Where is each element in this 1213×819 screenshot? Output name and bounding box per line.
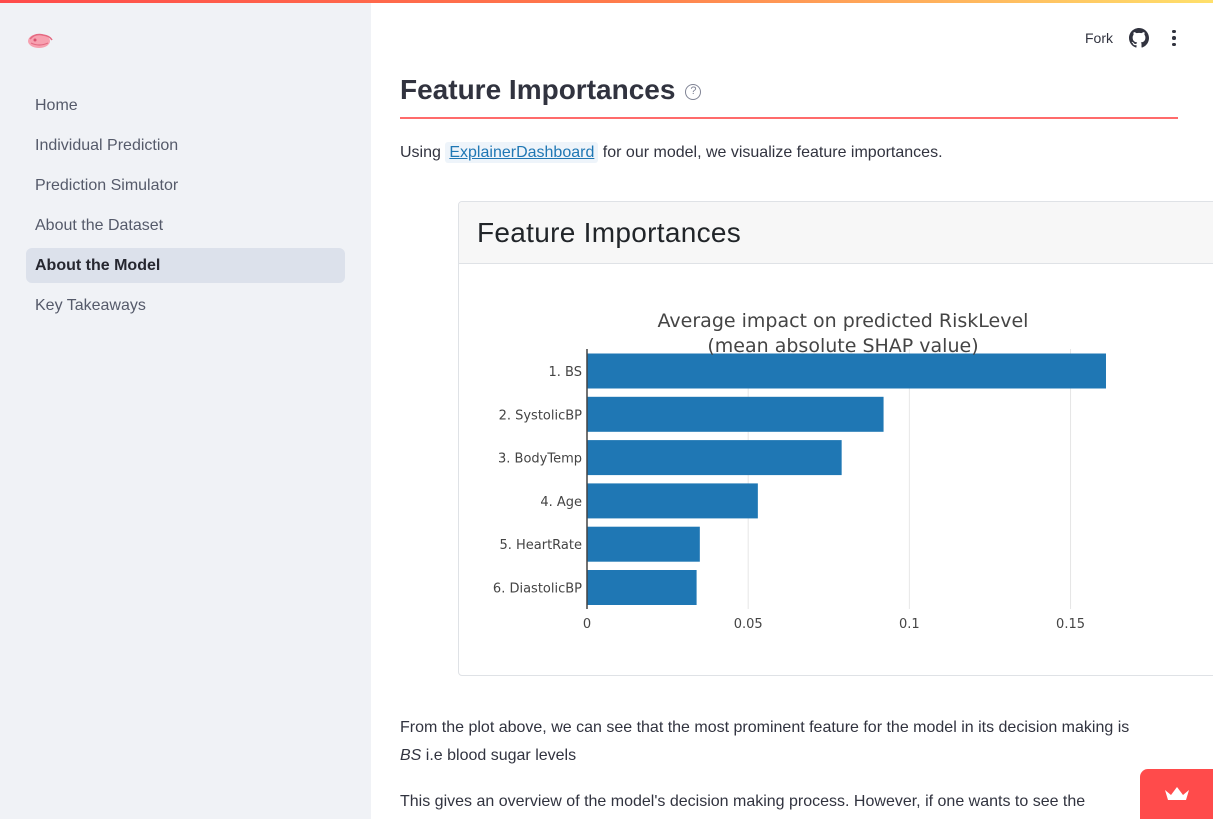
analysis-paragraph: From the plot above, we can see that the… [400,714,1178,770]
streamlit-badge[interactable] [1140,769,1213,819]
chart-subtitle: (mean absolute SHAP value) [707,335,978,357]
category-label: 3. BodyTemp [498,452,582,467]
more-menu-icon[interactable] [1165,28,1183,48]
bar[interactable] [587,396,884,432]
chart-bars [587,353,1106,605]
intro-text: Using ExplainerDashboard for our model, … [400,142,943,164]
app-logo-icon [28,33,53,48]
category-label: 4. Age [540,495,582,510]
category-labels: 1. BS 2. SystolicBP 3. BodyTemp 4. Age 5. He… [493,365,582,597]
analysis-text: From the plot above, we can see that the… [400,719,1130,736]
help-icon[interactable]: ? [685,84,702,100]
x-tick-label: 0 [583,617,591,632]
sidebar-item-prediction-simulator[interactable]: Prediction Simulator [26,168,345,203]
sidebar-item-individual-prediction[interactable]: Individual Prediction [26,128,345,163]
page-title-row: Feature Importances ? [400,74,702,106]
top-decoration-stripe [0,0,1213,3]
sidebar-item-key-takeaways[interactable]: Key Takeaways [26,288,345,323]
fork-button[interactable]: Fork [1085,30,1113,46]
title-divider [400,117,1178,119]
page-title: Feature Importances [400,74,676,105]
category-label: 1. BS [549,365,582,380]
analysis-tail: i.e blood sugar levels [425,747,577,764]
crown-icon [1164,787,1189,800]
feature-importance-chart: 1. BS 2. SystolicBP 3. BodyTemp 4. Age 5. He… [493,310,1106,632]
analysis-emphasis: BS [400,747,422,764]
sidebar: Home Individual Prediction Prediction Si… [0,0,371,819]
bar[interactable] [587,570,697,605]
card-title: Feature Importances [477,216,742,248]
category-label: 5. HeartRate [499,538,582,553]
sidebar-item-about-the-model[interactable]: About the Model [26,248,345,283]
bar[interactable] [587,483,758,519]
category-label: 2. SystolicBP [499,408,583,423]
x-tick-labels: 0 0.05 0.1 0.15 [583,617,1085,632]
x-tick-label: 0.1 [899,617,920,632]
intro-prefix: Using [400,144,441,161]
intro-suffix: for our model, we visualize feature impo… [602,144,943,161]
overview-paragraph: This gives an overview of the model's de… [400,793,1086,810]
sidebar-item-home[interactable]: Home [26,88,345,123]
card-header: Feature Importances [459,202,1213,264]
explainerdashboard-link[interactable]: ExplainerDashboard [445,142,599,163]
header-toolbar: Fork [1085,28,1183,48]
sidebar-nav: Home Individual Prediction Prediction Si… [26,88,345,328]
category-label: 6. DiastolicBP [493,582,582,597]
bar[interactable] [587,526,700,562]
bar[interactable] [587,353,1106,389]
bar[interactable] [587,440,842,476]
github-icon[interactable] [1129,28,1149,48]
x-tick-label: 0.15 [1056,617,1085,632]
feature-importance-card: Feature Importances 1. BS 2. SystolicBP 3.… [458,201,1213,676]
sidebar-item-about-the-dataset[interactable]: About the Dataset [26,208,345,243]
chart-title: Average impact on predicted RiskLevel [658,310,1029,332]
x-tick-label: 0.05 [734,617,763,632]
